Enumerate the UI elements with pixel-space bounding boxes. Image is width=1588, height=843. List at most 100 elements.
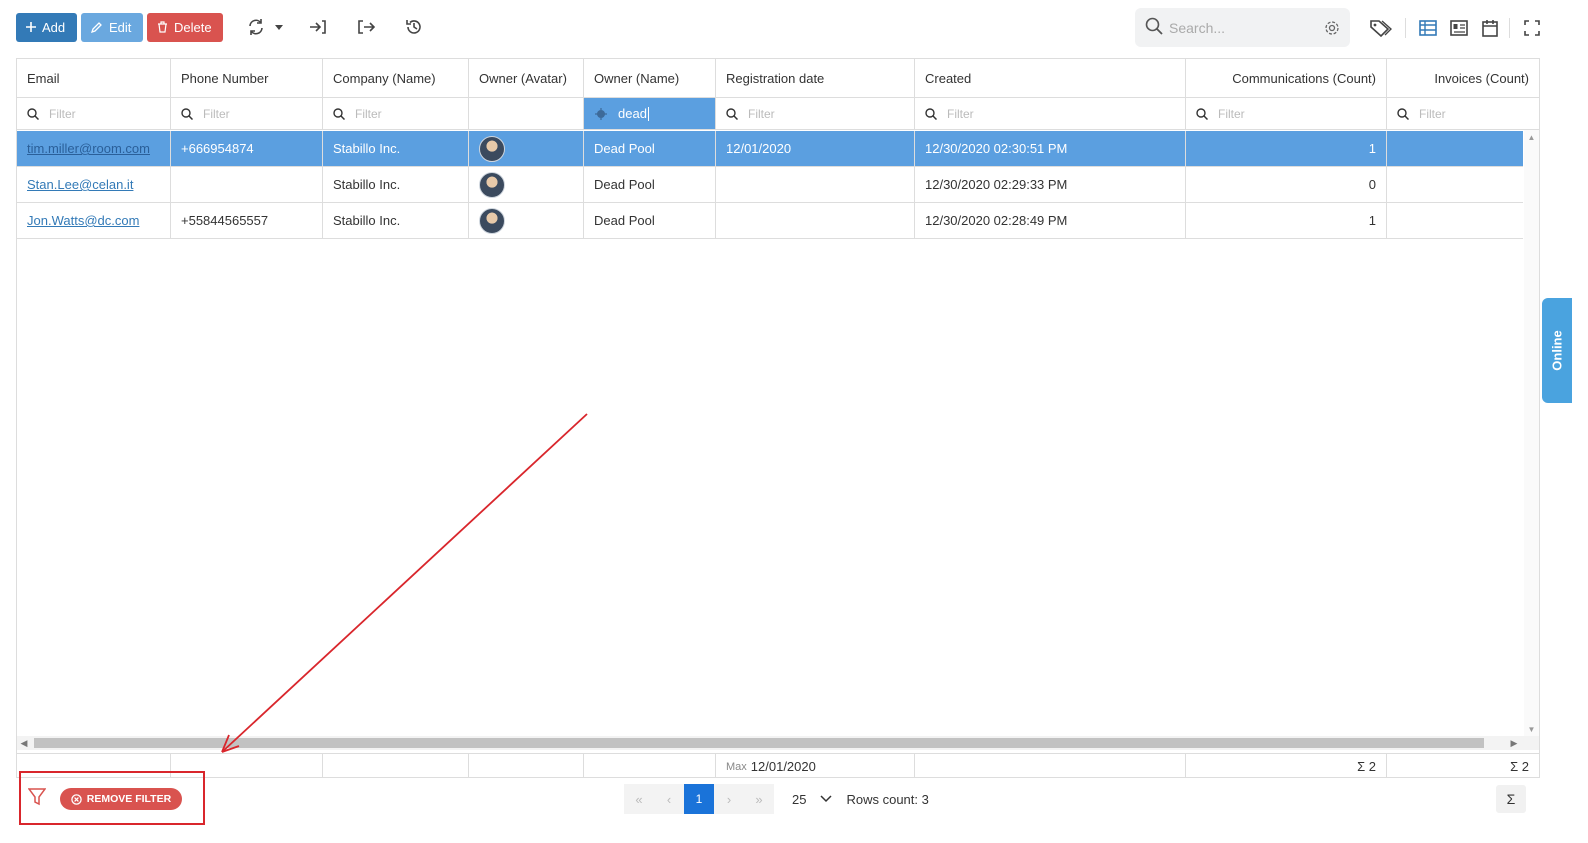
horizontal-scroll-thumb[interactable] [34,738,1484,748]
grid-filter-row: Filter Filter Filter dead Filter Filter … [17,98,1539,130]
vertical-scrollbar[interactable]: ▲ ▼ [1524,130,1539,736]
history-icon[interactable] [399,12,429,42]
column-header-registration-date[interactable]: Registration date [716,59,915,97]
column-header-owner-name[interactable]: Owner (Name) [584,59,716,97]
edit-button-label: Edit [109,19,132,35]
last-page-icon[interactable]: » [744,784,774,814]
owner-avatar-cell [469,203,584,238]
delete-button-label: Delete [174,19,212,35]
column-header-created[interactable]: Created [915,59,1186,97]
search-icon [27,107,39,120]
scroll-right-icon[interactable]: ▶ [1507,736,1521,750]
add-button-label: Add [42,19,66,35]
current-page-button[interactable]: 1 [684,784,714,814]
filter-cell-phone[interactable]: Filter [171,98,323,129]
email-link[interactable]: Jon.Watts@dc.com [27,213,139,228]
filter-cell-registration-date[interactable]: Filter [716,98,915,129]
online-side-tab[interactable]: Online [1542,298,1572,403]
table-row[interactable]: tim.miller@room.com +666954874 Stabillo … [17,131,1523,167]
horizontal-scrollbar[interactable]: ◀ ▶ [17,736,1539,750]
column-header-phone[interactable]: Phone Number [171,59,323,97]
column-header-communications[interactable]: Communications (Count) [1186,59,1387,97]
column-header-email[interactable]: Email [17,59,171,97]
toolbar-divider [1405,18,1406,38]
column-header-owner-avatar[interactable]: Owner (Avatar) [469,59,584,97]
filter-cell-company[interactable]: Filter [323,98,469,129]
filter-placeholder: Filter [49,106,76,121]
communications-cell: 0 [1186,167,1387,202]
refresh-dropdown-icon[interactable] [271,12,287,42]
created-cell: 12/30/2020 02:30:51 PM [915,131,1186,166]
phone-cell: +55844565557 [171,203,323,238]
invoices-cell [1387,167,1523,202]
toolbar: Add Edit Delete [16,12,429,42]
search-input[interactable] [1169,19,1319,36]
registration-summary: Max 12/01/2020 [716,754,915,777]
scroll-left-icon[interactable]: ◀ [17,736,31,750]
fullscreen-icon[interactable] [1519,14,1545,42]
calendar-view-icon[interactable] [1477,14,1503,42]
filter-placeholder: Filter [947,106,974,121]
add-button[interactable]: Add [16,12,77,42]
filter-cell-communications[interactable]: Filter [1186,98,1387,129]
page-size-value: 25 [792,791,807,807]
text-cursor [647,106,649,121]
page-size-select[interactable]: 25 [792,792,832,807]
avatar [479,171,505,198]
column-header-company[interactable]: Company (Name) [323,59,469,97]
email-link[interactable]: Stan.Lee@celan.it [27,177,133,192]
summary-label: Max [726,760,747,773]
avatar [479,135,505,162]
first-page-icon[interactable]: « [624,784,654,814]
registration-date-cell [716,203,915,238]
communications-cell: 1 [1186,131,1387,166]
plus-icon [26,22,36,32]
table-row[interactable]: Jon.Watts@dc.com +55844565557 Stabillo I… [17,203,1523,239]
search-icon [726,107,738,120]
pagination: « ‹ 1 › » 25 Rows count: 3 [624,784,929,814]
invoices-cell [1387,131,1523,166]
refresh-icon[interactable] [241,12,271,42]
grid-header-row: Email Phone Number Company (Name) Owner … [17,59,1539,98]
summary-cell [469,754,584,777]
prev-page-icon[interactable]: ‹ [654,784,684,814]
email-cell: Stan.Lee@celan.it [17,167,171,202]
company-cell: Stabillo Inc. [323,203,469,238]
filter-cell-owner-name[interactable]: dead [584,98,716,129]
owner-name-filter-input[interactable]: dead [618,106,647,121]
search-icon [1145,17,1163,38]
online-tab-label: Online [1549,330,1565,371]
card-view-icon[interactable] [1446,14,1472,42]
filter-operator-icon[interactable] [594,107,608,120]
owner-avatar-cell [469,131,584,166]
summary-toggle-button[interactable]: Σ [1496,785,1526,813]
column-header-invoices[interactable]: Invoices (Count) [1387,59,1539,97]
edit-button[interactable]: Edit [81,12,143,42]
export-icon[interactable] [351,12,381,42]
registration-date-cell: 12/01/2020 [716,131,915,166]
filter-cell-invoices[interactable]: Filter [1387,98,1539,129]
filter-placeholder: Filter [203,106,230,121]
search-icon [925,107,937,120]
filter-placeholder: Filter [1218,106,1245,121]
filter-cell-created[interactable]: Filter [915,98,1186,129]
chevron-down-icon [820,795,832,803]
table-row[interactable]: Stan.Lee@celan.it Stabillo Inc. Dead Poo… [17,167,1523,203]
scroll-up-icon[interactable]: ▲ [1524,130,1539,144]
toolbar-divider [1509,18,1510,38]
owner-name-cell: Dead Pool [584,203,716,238]
search-settings-icon[interactable] [1324,20,1340,36]
email-link[interactable]: tim.miller@room.com [27,141,150,156]
data-grid: Email Phone Number Company (Name) Owner … [16,58,1540,778]
next-page-icon[interactable]: › [714,784,744,814]
tags-icon[interactable] [1368,14,1394,42]
search-icon [1397,107,1409,120]
grid-view-icon[interactable] [1415,14,1441,42]
email-cell: tim.miller@room.com [17,131,171,166]
filter-cell-email[interactable]: Filter [17,98,171,129]
trash-icon [157,21,168,33]
scroll-down-icon[interactable]: ▼ [1524,722,1539,736]
phone-cell [171,167,323,202]
import-icon[interactable] [303,12,333,42]
delete-button[interactable]: Delete [147,12,223,42]
